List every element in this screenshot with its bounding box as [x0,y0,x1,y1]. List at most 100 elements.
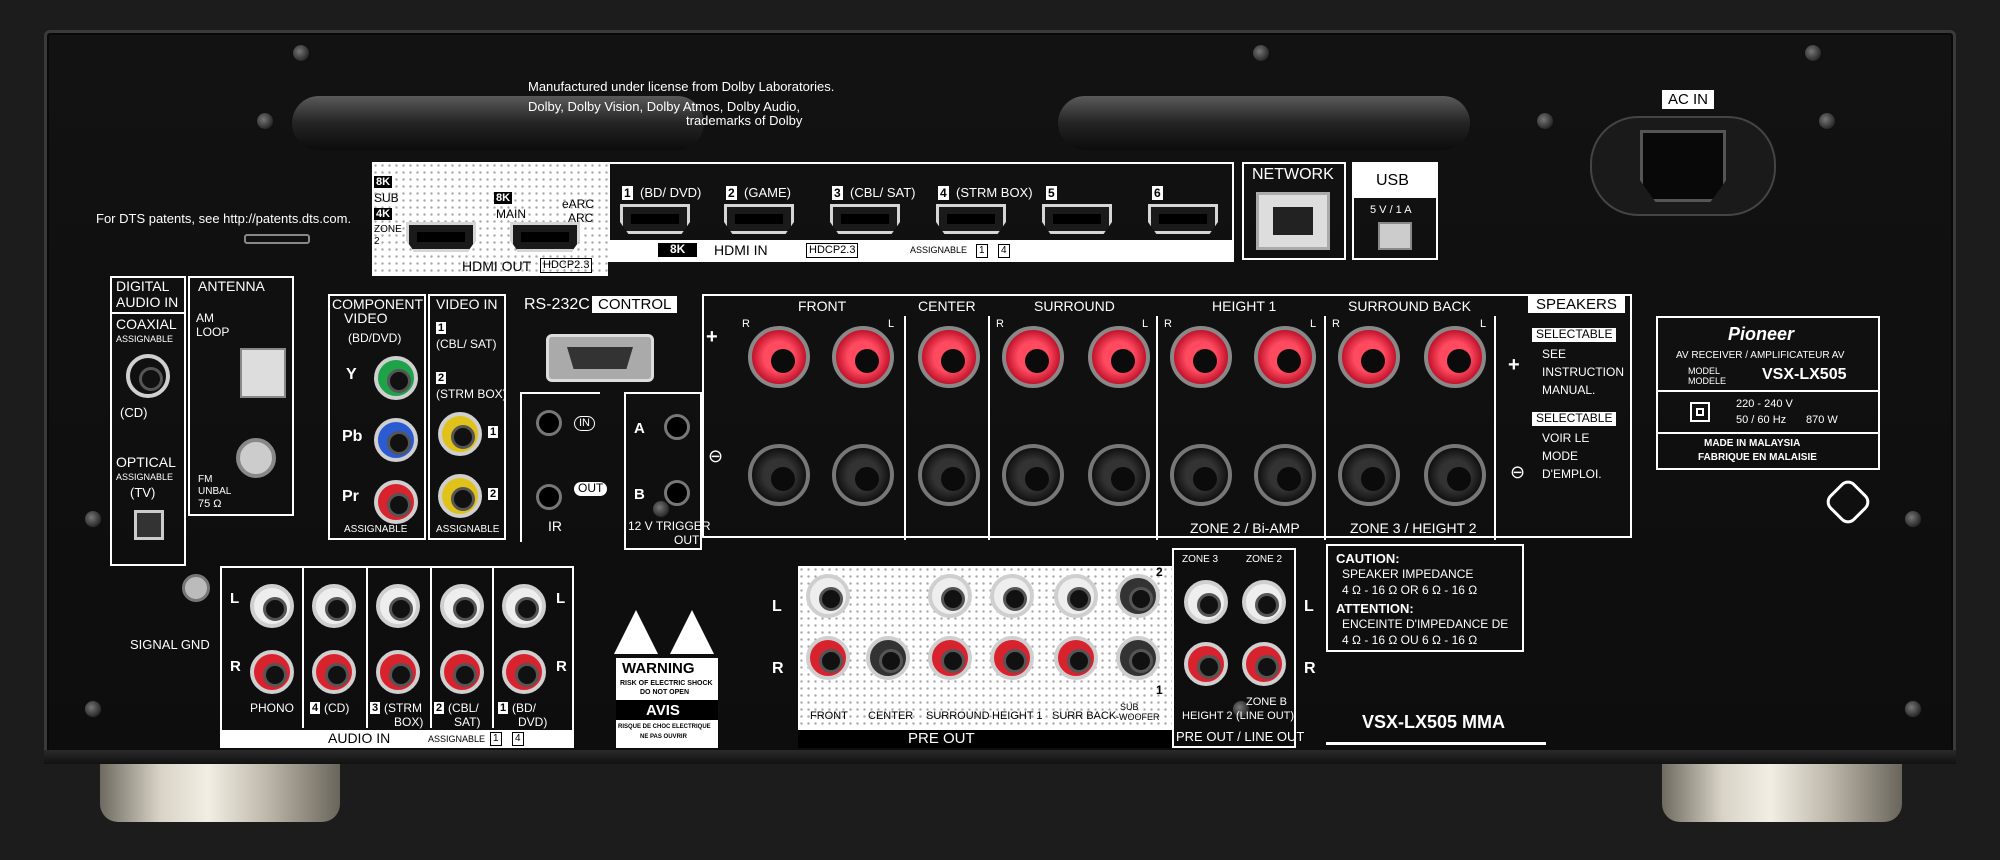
hdmi-in-5-port[interactable] [1042,204,1112,234]
hdmi-in-num: 2 [726,186,737,200]
cbl-l-jack[interactable] [440,584,484,628]
cd-l-jack[interactable] [312,584,356,628]
pre-out-sub2-jack[interactable] [1116,574,1160,618]
hdmi-out-zone2: ZONE 2 [374,224,402,247]
attention-line: ENCEINTE D'IMPEDANCE DE [1342,617,1509,631]
height1-l-minus-terminal[interactable] [1254,444,1316,506]
strm-r-jack[interactable] [376,650,420,694]
hdmi-in-3-port[interactable] [830,204,900,234]
audio-in-input: (STRM [384,701,422,715]
pre-out-height1-l-jack[interactable] [990,574,1034,618]
component-pr-jack[interactable] [374,480,418,524]
ethernet-port[interactable] [1256,192,1330,250]
video-in-2-jack[interactable] [438,474,482,518]
hdmi-in-2-port[interactable] [724,204,794,234]
surround-r-plus-terminal[interactable] [1002,326,1064,388]
power-inlet[interactable] [1640,130,1726,202]
rl-label: R [1164,318,1172,330]
ir-in-jack[interactable] [536,410,562,436]
audio-in-num: 2 [434,702,445,714]
center-plus-terminal[interactable] [918,326,980,388]
zone2-biamp-label: ZONE 2 / Bi-AMP [1190,520,1300,536]
front-r-minus-terminal[interactable] [748,444,810,506]
plus-symbol: + [706,326,718,348]
optical-jack[interactable] [134,510,164,540]
front-r-plus-terminal[interactable] [748,326,810,388]
bd-r-jack[interactable] [502,650,546,694]
bd-l-jack[interactable] [502,584,546,628]
pre-out-surround-l-jack[interactable] [928,574,972,618]
hdmi-out-sub-port[interactable] [406,222,476,252]
zone3-l-jack[interactable] [1184,580,1228,624]
component-pb-jack[interactable] [374,418,418,462]
audio-in-num: 1 [498,702,509,714]
power-rating: 870 W [1806,414,1838,426]
caution-title: CAUTION: [1336,551,1400,566]
coax-input: (CD) [120,405,148,420]
front-l-minus-terminal[interactable] [832,444,894,506]
front-l-plus-terminal[interactable] [832,326,894,388]
ir-out-label: OUT [574,481,608,496]
surround-l-plus-terminal[interactable] [1088,326,1150,388]
hdmi-out-main-port[interactable] [510,222,580,252]
zone3-r-jack[interactable] [1184,642,1228,686]
height1-l-plus-terminal[interactable] [1254,326,1316,388]
cd-r-jack[interactable] [312,650,356,694]
height1-r-plus-terminal[interactable] [1170,326,1232,388]
zone2-l-jack[interactable] [1242,580,1286,624]
caution-label: CAUTION: SPEAKER IMPEDANCE 4 Ω - 16 Ω OR… [1326,544,1524,652]
signal-gnd-terminal[interactable] [182,574,210,602]
dts-notice: For DTS patents, see http://patents.dts.… [96,211,352,226]
rs232-port[interactable] [546,334,654,382]
pre-out-sub1-jack[interactable] [1116,636,1160,680]
zoneb-label: ZONE B [1246,696,1287,708]
note-en: MANUAL. [1542,383,1596,397]
zone2-r-jack[interactable] [1242,642,1286,686]
antenna-panel: ANTENNA AM LOOP FM UNBAL 75 Ω [188,276,294,516]
surrback-l-plus-terminal[interactable] [1424,326,1486,388]
phono-r-jack[interactable] [250,650,294,694]
surrback-r-minus-terminal[interactable] [1338,444,1400,506]
pre-out-front-l-jack[interactable] [806,574,850,618]
plus-symbol: + [1508,354,1520,376]
pre-out-label: PRE OUT [908,730,975,747]
audio-in-input: (BD/ [512,701,536,715]
phono-l-jack[interactable] [250,584,294,628]
pre-out-front-r-jack[interactable] [806,636,850,680]
ir-out-jack[interactable] [536,484,562,510]
component-y-label: Y [346,366,357,383]
hdmi-in-4-port[interactable] [936,204,1006,234]
pre-out-center-jack[interactable] [866,636,910,680]
hdmi-in-6-port[interactable] [1148,204,1218,234]
pre-out-surrback-r-jack[interactable] [1054,636,1098,680]
audio-in-input: PHONO [250,701,295,715]
center-minus-terminal[interactable] [918,444,980,506]
hdmi-in-1-port[interactable] [620,204,690,234]
video-in-1-jack[interactable] [438,412,482,456]
surround-l-minus-terminal[interactable] [1088,444,1150,506]
optical-input: (TV) [130,485,156,500]
screw [84,510,102,528]
surrback-l-minus-terminal[interactable] [1424,444,1486,506]
usb-port[interactable] [1378,222,1412,250]
height1-r-minus-terminal[interactable] [1170,444,1232,506]
side-label: R [230,658,241,675]
pre-out-surrback-l-jack[interactable] [1054,574,1098,618]
zone-out-side-label: R [1304,660,1316,677]
surrback-r-plus-terminal[interactable] [1338,326,1400,388]
trigger-a-jack[interactable] [664,414,690,440]
strm-l-jack[interactable] [376,584,420,628]
fm-antenna-jack[interactable] [236,438,276,478]
am-loop-terminal[interactable] [240,348,286,398]
pre-out-height1-r-jack[interactable] [990,636,1034,680]
selectable-label: SELECTABLE [1532,411,1617,426]
pre-out-surround-r-jack[interactable] [928,636,972,680]
cbl-r-jack[interactable] [440,650,484,694]
service-port[interactable] [244,234,310,244]
trigger-b-jack[interactable] [664,480,690,506]
wireless-antenna-right[interactable] [1058,96,1470,150]
component-y-jack[interactable] [374,356,418,400]
coaxial-jack[interactable] [126,354,170,398]
surround-r-minus-terminal[interactable] [1002,444,1064,506]
speakers-panel: FRONT CENTER SURROUND HEIGHT 1 SURROUND … [702,294,1632,540]
